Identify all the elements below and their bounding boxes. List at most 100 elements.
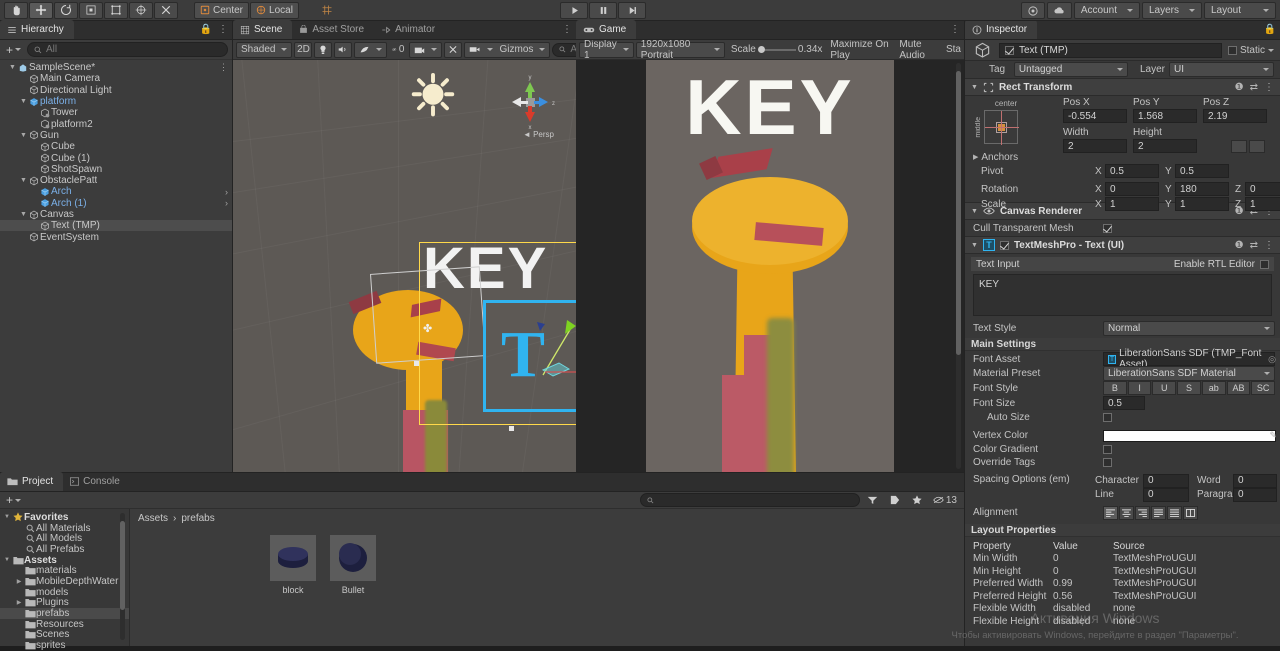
- foldout-arrow[interactable]: ▼: [19, 98, 28, 105]
- tab-hierarchy[interactable]: Hierarchy: [0, 20, 74, 39]
- project-tree-item-resources[interactable]: Resources: [0, 619, 129, 630]
- hierarchy-item-platform2[interactable]: platform2: [0, 118, 232, 130]
- font-size-field[interactable]: 0.5: [1103, 396, 1145, 410]
- align-left-button[interactable]: [1103, 505, 1118, 520]
- step-button[interactable]: [618, 2, 646, 19]
- font-style-u-button[interactable]: U: [1152, 381, 1177, 395]
- project-tree-item-mobiledepthwater[interactable]: ▶ MobileDepthWater: [0, 576, 129, 587]
- game-viewport[interactable]: KEY: [576, 60, 964, 472]
- move-handles-gizmo[interactable]: [513, 310, 576, 390]
- hierarchy-item-main-camera[interactable]: Main Camera: [0, 73, 232, 84]
- space-mode-button[interactable]: Local: [250, 1, 299, 19]
- rotation-y-field[interactable]: 180: [1175, 182, 1229, 196]
- layers-dropdown[interactable]: Layers: [1141, 2, 1202, 19]
- rotation-z-field[interactable]: 0: [1245, 182, 1280, 196]
- hierarchy-item-arch[interactable]: Arch ›: [0, 186, 232, 197]
- layer-dropdown[interactable]: UI: [1169, 62, 1274, 77]
- camera-settings-dropdown[interactable]: [409, 41, 443, 58]
- create-asset-button[interactable]: +: [4, 493, 23, 507]
- override-tags-checkbox[interactable]: [1103, 458, 1112, 467]
- pivot-mode-button[interactable]: Center: [194, 1, 250, 19]
- menu-icon[interactable]: ⋮: [219, 62, 228, 73]
- menu-icon[interactable]: ⋮: [950, 24, 960, 35]
- eyedropper-icon[interactable]: ✎: [1269, 430, 1277, 441]
- text-style-dropdown[interactable]: Normal: [1103, 321, 1275, 336]
- tab-project[interactable]: Project: [0, 472, 64, 491]
- rtl-editor-checkbox[interactable]: [1260, 259, 1269, 269]
- scene-projection-label[interactable]: ◄ Persp: [523, 130, 554, 139]
- vertex-color-swatch[interactable]: [1103, 429, 1276, 442]
- align-geometry-button[interactable]: [1183, 505, 1198, 520]
- tab-asset-store[interactable]: Asset Store: [292, 20, 374, 39]
- project-tree-item-favorites[interactable]: ▼ Favorites: [0, 512, 129, 523]
- tab-game[interactable]: Game: [576, 20, 637, 39]
- custom-editor-tool-button[interactable]: [154, 1, 178, 19]
- hierarchy-item-obstaclepatt[interactable]: ▼ ObstaclePatt: [0, 175, 232, 186]
- foldout-arrow[interactable]: ▼: [19, 177, 28, 184]
- play-button[interactable]: [560, 2, 588, 19]
- color-gradient-checkbox[interactable]: [1103, 445, 1112, 454]
- scale-z-field[interactable]: 1: [1245, 197, 1280, 211]
- shading-mode-dropdown[interactable]: Shaded: [236, 41, 293, 58]
- lock-icon[interactable]: 🔒: [1264, 24, 1276, 35]
- object-enabled-checkbox[interactable]: [1005, 45, 1014, 55]
- hierarchy-item-shotspawn[interactable]: ShotSpawn: [0, 164, 232, 175]
- project-tree-item-materials[interactable]: materials: [0, 565, 129, 576]
- blueprint-mode-button[interactable]: [1231, 139, 1247, 153]
- object-name-field[interactable]: Text (TMP): [999, 42, 1222, 58]
- project-tree-item-plugins[interactable]: ▶ Plugins: [0, 597, 129, 608]
- auto-size-checkbox[interactable]: [1103, 412, 1112, 422]
- align-flush-button[interactable]: [1167, 505, 1182, 520]
- menu-icon[interactable]: ⋮: [562, 24, 572, 35]
- font-style-i-button[interactable]: I: [1127, 381, 1152, 395]
- font-style-ab-button[interactable]: AB: [1226, 381, 1251, 395]
- asset-item[interactable]: block: [270, 535, 316, 595]
- gizmos-dropdown[interactable]: Gizmos: [464, 41, 551, 58]
- transform-tool-button[interactable]: [129, 1, 153, 19]
- spacing-paragraph-field[interactable]: 0: [1233, 487, 1277, 502]
- help-icon[interactable]: ❶: [1235, 82, 1244, 93]
- component-header-rect-transform[interactable]: ▼ Rect Transform ❶ ⇄ ⋮: [965, 78, 1280, 96]
- rect-tool-button[interactable]: [104, 1, 128, 19]
- project-tree-item-all-prefabs[interactable]: All Prefabs: [0, 544, 129, 555]
- tab-console[interactable]: Console: [63, 472, 130, 491]
- help-icon[interactable]: ❶: [1235, 240, 1244, 251]
- tmp-text-input[interactable]: KEY: [973, 274, 1272, 316]
- lock-icon[interactable]: 🔒: [200, 24, 212, 35]
- project-tree-scrollbar[interactable]: [120, 513, 125, 640]
- toggle-2d-button[interactable]: 2D: [294, 41, 313, 58]
- static-checkbox[interactable]: [1227, 45, 1237, 55]
- project-tree-item-models[interactable]: models: [0, 587, 129, 598]
- raw-edit-mode-button[interactable]: [1249, 139, 1265, 153]
- tab-animator[interactable]: Animator: [374, 20, 445, 39]
- font-style-ab-button[interactable]: ab: [1201, 381, 1226, 395]
- cloud-icon-button[interactable]: [1046, 2, 1072, 19]
- align-justified-button[interactable]: [1151, 505, 1166, 520]
- stats-toggle[interactable]: Sta: [946, 44, 961, 55]
- menu-icon[interactable]: ⋮: [218, 24, 228, 35]
- foldout-arrow[interactable]: ▼: [2, 514, 12, 520]
- hierarchy-item-samplescene[interactable]: ▼ SampleScene* ⋮: [0, 62, 232, 73]
- align-center-button[interactable]: [1119, 505, 1134, 520]
- posy-field[interactable]: 1.568: [1133, 109, 1197, 123]
- hierarchy-item-eventsystem[interactable]: EventSystem: [0, 231, 232, 243]
- hierarchy-item-canvas[interactable]: ▼ Canvas: [0, 209, 232, 220]
- chevron-right-icon[interactable]: ›: [225, 187, 228, 197]
- pivot-x-field[interactable]: 0.5: [1105, 164, 1159, 178]
- scene-viewport[interactable]: y z x ◄ Persp KEY ✤ T: [233, 60, 576, 472]
- hierarchy-item-text-tmp[interactable]: Text (TMP): [0, 220, 232, 232]
- scale-slider[interactable]: [757, 46, 796, 53]
- rotate-tool-button[interactable]: [54, 1, 78, 19]
- posz-field[interactable]: 2.19: [1203, 109, 1267, 123]
- anchors-foldout[interactable]: ▶ Anchors: [965, 150, 1018, 164]
- breadcrumb-prefabs[interactable]: prefabs: [181, 513, 214, 524]
- project-tree-item-scenes[interactable]: Scenes: [0, 629, 129, 640]
- gizmo-handle[interactable]: [509, 426, 514, 431]
- filter-by-label-icon[interactable]: [886, 492, 904, 508]
- foldout-arrow[interactable]: ▼: [8, 64, 17, 71]
- component-header-tmp[interactable]: ▼ T TextMeshPro - Text (UI) ❶ ⇄ ⋮: [965, 236, 1280, 254]
- spacing-character-field[interactable]: 0: [1143, 473, 1189, 488]
- font-style-s-button[interactable]: S: [1177, 381, 1201, 395]
- fx-dropdown[interactable]: [354, 41, 388, 58]
- scene-axis-gizmo[interactable]: y z x: [504, 72, 556, 134]
